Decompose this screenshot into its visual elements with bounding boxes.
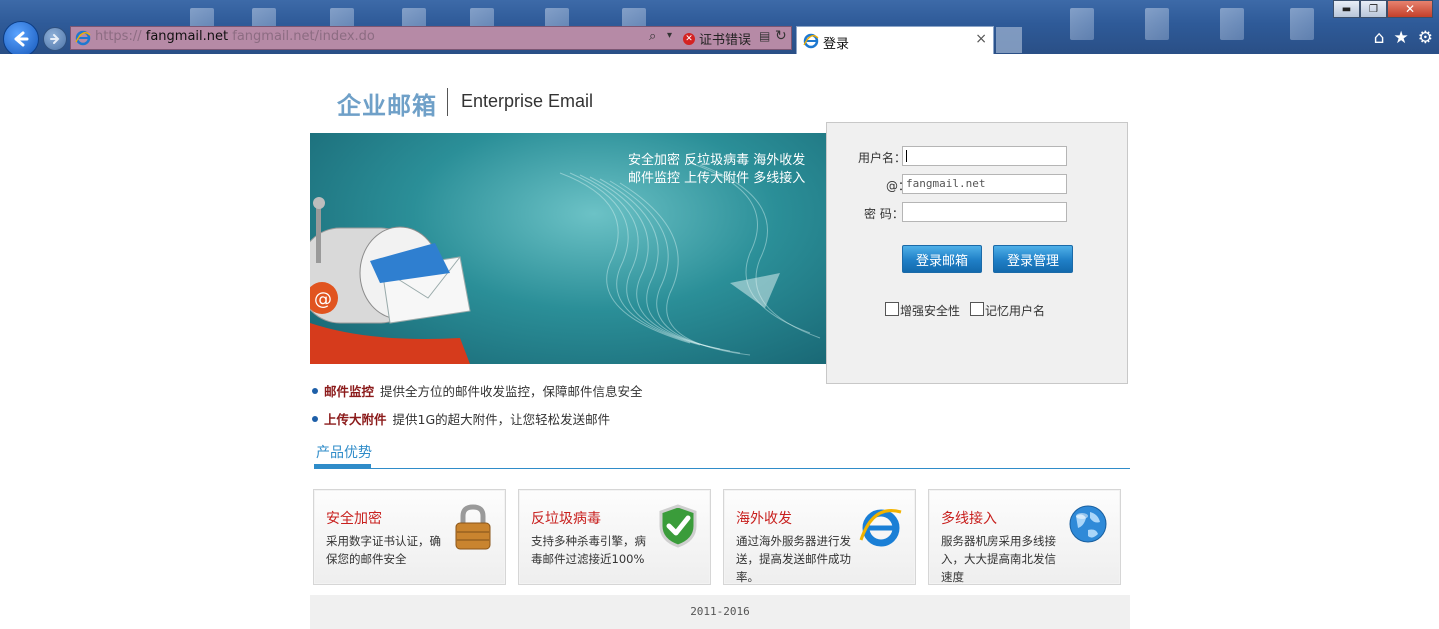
compat-view-icon[interactable]: ▤ [759, 29, 770, 43]
remember-user-checkbox[interactable] [970, 302, 984, 316]
login-panel: 用户名： @： fangmail.net 密 码： 登录邮箱 登录管理 增强安全… [826, 122, 1128, 384]
card-description: 采用数字证书认证，确保您的邮件安全 [326, 534, 441, 566]
error-icon: ✕ [683, 32, 695, 45]
bullet-dot [312, 387, 318, 394]
domain-input[interactable]: fangmail.net [902, 174, 1067, 194]
feature-card-multiline: 多线接入 服务器机房采用多线接入，大大提高南北发信速度 [928, 489, 1121, 585]
username-label: 用户名： [858, 151, 907, 165]
favorites-icon[interactable]: ★ [1394, 28, 1409, 48]
minimize-button[interactable]: ▬ [1333, 0, 1360, 18]
forward-button[interactable] [43, 27, 67, 51]
ie-globe-icon [859, 509, 902, 547]
browser-tab[interactable]: 登录 × [796, 26, 994, 54]
card-title: 反垃圾病毒 [531, 511, 601, 527]
footer: 2011-2016 [310, 595, 1130, 629]
lock-icon [455, 504, 491, 550]
enhance-security-label: 增强安全性 [900, 304, 961, 318]
enhance-security-option: 增强安全性 [885, 302, 960, 319]
card-description: 通过海外服务器进行发送，提高发送邮件成功率。 [736, 534, 851, 584]
logo-english: Enterprise Email [461, 91, 594, 111]
section-divider [314, 468, 1130, 469]
login-admin-button[interactable]: 登录管理 [993, 245, 1073, 273]
desktop-bg-decoration [1145, 8, 1169, 40]
bullet-item: 上传大附件 提供1G的超大附件，让您轻松发送邮件 [312, 409, 610, 428]
password-input[interactable] [902, 202, 1067, 222]
chevron-down-icon[interactable]: ▾ [667, 30, 672, 41]
login-mailbox-button[interactable]: 登录邮箱 [902, 245, 982, 273]
tab-title: 登录 [823, 37, 850, 52]
certificate-error-label: 证书错误 [699, 33, 752, 48]
feature-card-antispam: 反垃圾病毒 支持多种杀毒引擎，病毒邮件过滤接近100% [518, 489, 711, 585]
refresh-icon[interactable]: ↻ [775, 28, 787, 44]
text-caret [906, 150, 907, 162]
url-text[interactable]: https:// fangmail.net fangmail.net/index… [95, 29, 375, 44]
domain-value: fangmail.net [906, 177, 986, 190]
bullet-item: 邮件监控 提供全方位的邮件收发监控，保障邮件信息安全 [312, 381, 643, 400]
browser-toolbar: ⌂ ★ ⚙ [1374, 28, 1433, 48]
card-description: 支持多种杀毒引擎，病毒邮件过滤接近100% [531, 534, 646, 566]
card-description: 服务器机房采用多线接入，大大提高南北发信速度 [941, 534, 1056, 584]
home-icon[interactable]: ⌂ [1374, 28, 1385, 48]
shield-check-icon [659, 504, 697, 548]
close-tab-icon[interactable]: × [975, 31, 987, 47]
ie-logo-icon [75, 30, 91, 46]
arrow-right-icon [50, 34, 60, 44]
window-controls: ▬ ❐ ✕ [1333, 0, 1433, 18]
mailbox-icon: @ [310, 197, 471, 364]
desktop-bg-decoration [1220, 8, 1244, 40]
arrow-left-icon [14, 31, 29, 47]
logo-divider [447, 88, 448, 116]
banner-features-row-1: 安全加密 反垃圾病毒 海外收发 [628, 153, 806, 168]
browser-chrome: https:// fangmail.net fangmail.net/index… [0, 0, 1439, 54]
banner-features-row-2: 邮件监控 上传大附件 多线接入 [628, 171, 806, 186]
bullet-dot [312, 415, 318, 422]
url-scheme: https:// [95, 29, 142, 44]
svg-text:@: @ [314, 289, 332, 310]
close-window-button[interactable]: ✕ [1387, 0, 1433, 18]
remember-user-option: 记忆用户名 [970, 302, 1045, 319]
password-label: 密 码： [864, 207, 904, 221]
remember-user-label: 记忆用户名 [985, 304, 1046, 318]
card-title: 海外收发 [736, 511, 792, 527]
bullet-text: 提供1G的超大附件，让您轻松发送邮件 [392, 412, 611, 427]
enhance-security-checkbox[interactable] [885, 302, 899, 316]
desktop-bg-decoration [1290, 8, 1314, 40]
settings-icon[interactable]: ⚙ [1418, 28, 1433, 48]
feature-card-overseas: 海外收发 通过海外服务器进行发送，提高发送邮件成功率。 [723, 489, 916, 585]
hero-banner: @ 安全加密 反垃圾病毒 海外收发 邮件监控 上传大附件 多线接入 [310, 133, 826, 364]
address-bar[interactable]: https:// fangmail.net fangmail.net/index… [70, 26, 792, 50]
back-button[interactable] [3, 21, 39, 54]
section-title: 产品优势 [316, 445, 372, 461]
bullet-text: 提供全方位的邮件收发监控，保障邮件信息安全 [380, 384, 643, 399]
url-domain: fangmail.net [145, 29, 229, 44]
card-title: 多线接入 [941, 511, 997, 527]
desktop-bg-decoration [1070, 8, 1094, 40]
bullet-title: 上传大附件 [324, 412, 387, 427]
bullet-title: 邮件监控 [324, 384, 375, 399]
new-tab-button[interactable] [996, 27, 1022, 53]
search-icon[interactable]: ⌕ [649, 29, 656, 44]
username-input[interactable] [902, 146, 1067, 166]
certificate-error-badge[interactable]: ✕ 证书错误 [683, 29, 751, 48]
copyright-years: 2011-2016 [690, 605, 750, 618]
ie-logo-icon [803, 33, 819, 49]
globe-icon [1069, 505, 1107, 543]
url-path: fangmail.net/index.do [232, 29, 375, 44]
feature-card-security: 安全加密 采用数字证书认证，确保您的邮件安全 [313, 489, 506, 585]
logo-chinese: 企业邮箱 [337, 92, 437, 120]
card-title: 安全加密 [326, 511, 382, 527]
maximize-button[interactable]: ❐ [1360, 0, 1387, 18]
